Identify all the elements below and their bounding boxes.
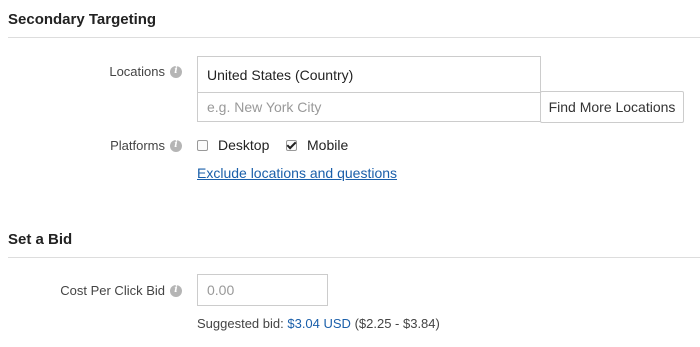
section-divider [8, 257, 700, 258]
locations-label-group: Locations i [109, 64, 182, 79]
cpc-bid-input[interactable]: 0.00 [197, 274, 328, 306]
suggested-bid-range: ($2.25 - $3.84) [350, 316, 440, 331]
exclude-locations-link[interactable]: Exclude locations and questions [197, 165, 397, 181]
platform-desktop-option[interactable]: Desktop [197, 137, 269, 153]
info-icon[interactable]: i [170, 139, 182, 152]
section-title-set-a-bid: Set a Bid [8, 231, 73, 248]
platforms-label-group: Platforms i [110, 138, 182, 153]
info-icon[interactable]: i [170, 65, 182, 78]
suggested-bid-prefix: Suggested bid: [197, 316, 288, 331]
selected-location-value: United States (Country) [207, 66, 354, 83]
checkbox-checked-icon[interactable] [286, 139, 297, 151]
find-more-locations-button[interactable]: Find More Locations [540, 91, 684, 123]
platform-desktop-label: Desktop [218, 137, 270, 153]
platforms-label: Platforms [110, 138, 165, 153]
cpc-label-group: Cost Per Click Bid i [60, 283, 182, 298]
platform-mobile-option[interactable]: Mobile [286, 137, 348, 153]
location-search-placeholder: e.g. New York City [207, 99, 322, 115]
platform-mobile-label: Mobile [307, 137, 349, 153]
info-icon[interactable]: i [170, 284, 182, 297]
checkbox-unchecked-icon[interactable] [197, 139, 208, 151]
locations-label: Locations [109, 64, 165, 79]
cpc-label: Cost Per Click Bid [60, 283, 165, 298]
location-search-input[interactable]: e.g. New York City [197, 92, 541, 122]
section-divider [8, 37, 700, 38]
selected-location-field[interactable]: United States (Country) [197, 56, 541, 93]
cpc-bid-placeholder: 0.00 [207, 282, 235, 298]
suggested-bid-text: Suggested bid: $3.04 USD ($2.25 - $3.84) [197, 316, 440, 331]
section-title-secondary-targeting: Secondary Targeting [8, 11, 157, 28]
suggested-bid-amount: $3.04 USD [287, 316, 351, 331]
